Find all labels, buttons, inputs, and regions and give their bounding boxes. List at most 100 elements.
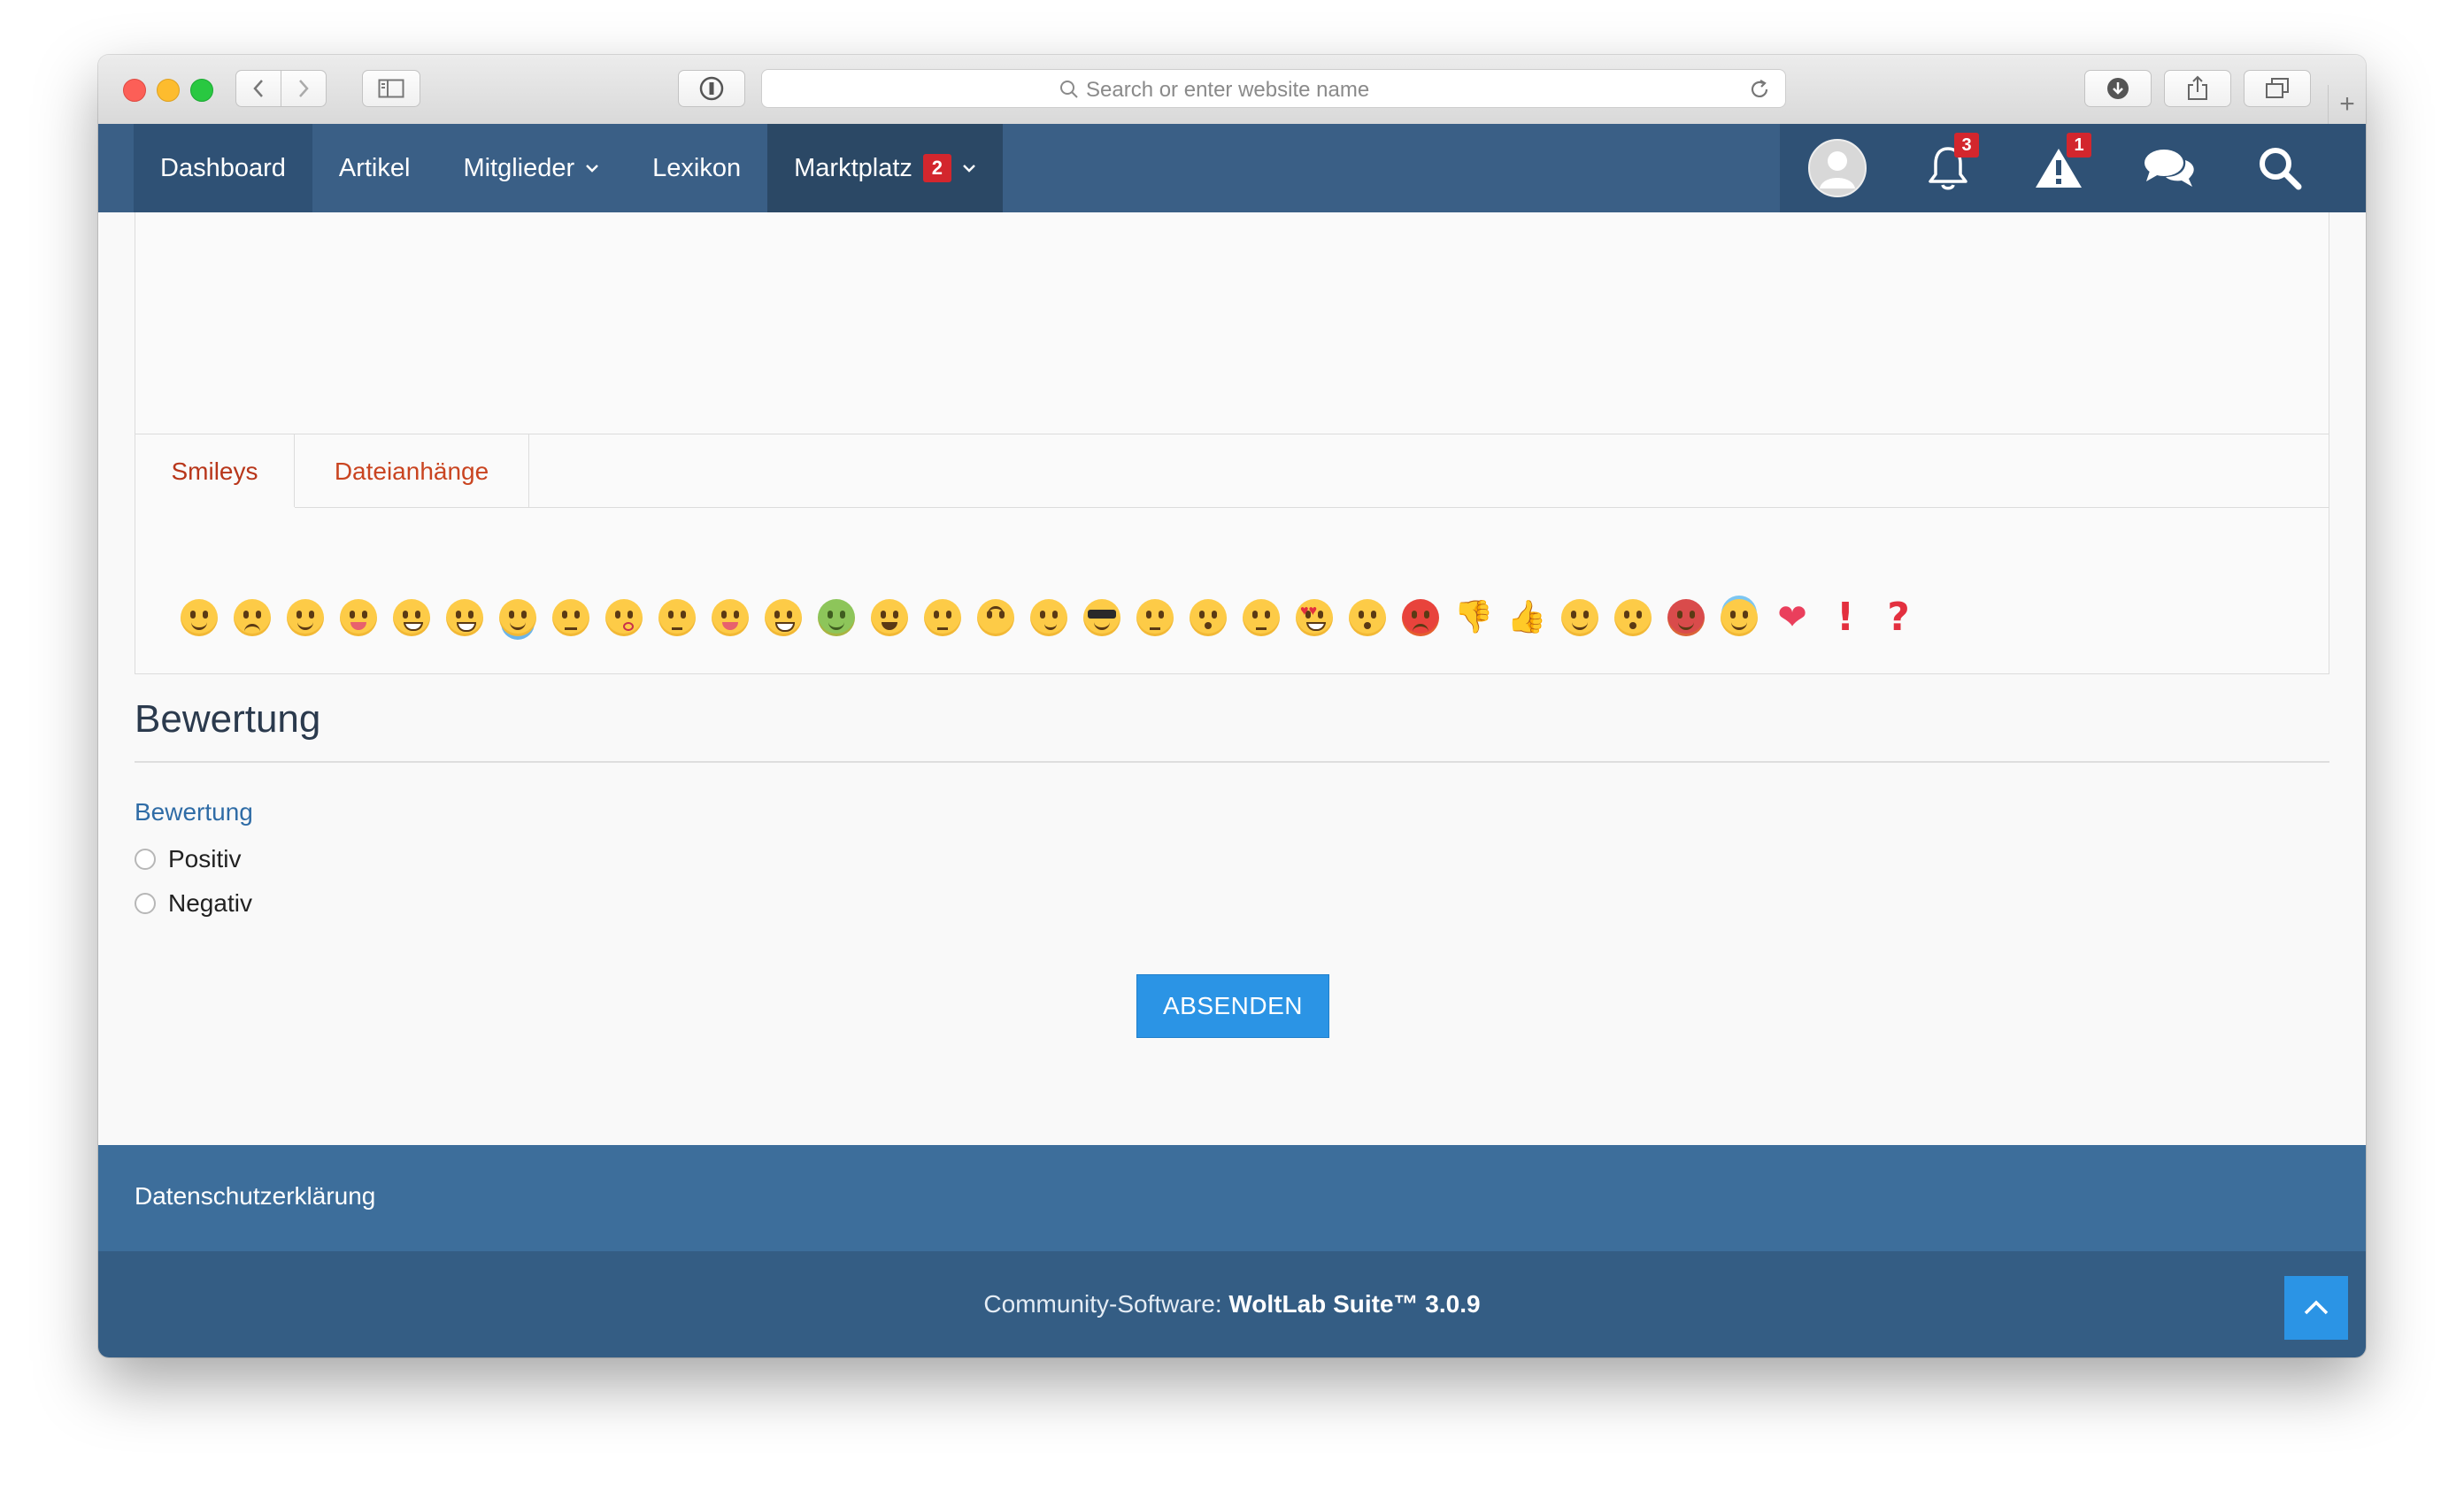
share-icon xyxy=(2188,75,2207,100)
nav-item-label: Dashboard xyxy=(160,153,286,182)
angel-icon[interactable] xyxy=(1713,591,1766,644)
flushed-icon[interactable] xyxy=(757,591,810,644)
close-window-button[interactable] xyxy=(123,79,146,102)
zoom-window-button[interactable] xyxy=(190,79,213,102)
tired-icon[interactable] xyxy=(863,591,916,644)
question-icon[interactable]: ? xyxy=(1872,591,1925,644)
smirk-icon[interactable] xyxy=(1022,591,1075,644)
nav-item-mitglieder[interactable]: Mitglieder xyxy=(436,124,626,212)
chevron-left-icon xyxy=(253,80,263,97)
nav-item-lexikon[interactable]: Lexikon xyxy=(626,124,767,212)
thumbs-down-icon[interactable]: 👎 xyxy=(1447,591,1500,644)
surprised-icon[interactable] xyxy=(1182,591,1235,644)
editor-tab-bar: Smileys Dateianhänge xyxy=(135,434,2329,509)
sidebar-toggle-button[interactable] xyxy=(362,70,420,107)
copyright-product-link[interactable]: WoltLab Suite™ 3.0.9 xyxy=(1228,1290,1480,1318)
sick-icon[interactable] xyxy=(810,591,863,644)
browser-window: Search or enter website name + Dashboard… xyxy=(98,55,2366,1357)
sleepy-icon[interactable] xyxy=(1553,591,1606,644)
heart-icon[interactable]: ❤ xyxy=(1766,591,1819,644)
wink-icon[interactable] xyxy=(279,591,332,644)
user-menu-button[interactable] xyxy=(1798,124,1877,212)
browser-toolbar: Search or enter website name + xyxy=(98,55,2366,125)
tab-label: Dateianhänge xyxy=(334,457,489,485)
angry-icon[interactable] xyxy=(1394,591,1447,644)
moderation-count-badge: 1 xyxy=(2067,133,2091,158)
chevron-right-icon xyxy=(299,80,309,97)
astonished-icon[interactable] xyxy=(1341,591,1394,644)
reader-button[interactable] xyxy=(678,70,745,107)
laughing-icon[interactable] xyxy=(438,591,491,644)
heart-eyes-icon[interactable]: ♥♥ xyxy=(1288,591,1341,644)
scroll-to-top-button[interactable] xyxy=(2284,1276,2348,1340)
tabs-overview-button[interactable] xyxy=(2244,70,2311,107)
footer-navigation: Datenschutzerklärung xyxy=(98,1145,2366,1251)
footer-copyright: Community-Software: WoltLab Suite™ 3.0.9 xyxy=(98,1251,2366,1357)
tab-attachments[interactable]: Dateianhänge xyxy=(295,434,529,508)
rating-option-positive[interactable]: Positiv xyxy=(135,845,241,873)
download-icon xyxy=(2107,78,2129,99)
unamused-icon[interactable] xyxy=(544,591,597,644)
nav-item-artikel[interactable]: Artikel xyxy=(312,124,437,212)
nav-item-dashboard[interactable]: Dashboard xyxy=(134,124,312,212)
nav-item-marktplatz[interactable]: Marktplatz 2 xyxy=(767,124,1003,212)
chevron-down-icon xyxy=(963,165,975,173)
copyright-text: Community-Software: WoltLab Suite™ 3.0.9 xyxy=(98,1290,2366,1318)
submit-button[interactable]: ABSENDEN xyxy=(1136,974,1329,1038)
address-bar-placeholder: Search or enter website name xyxy=(1086,78,1370,102)
downloads-button[interactable] xyxy=(2084,70,2152,107)
section-divider xyxy=(135,761,2329,763)
thumbs-up-icon[interactable]: 👍 xyxy=(1500,591,1553,644)
radio-label: Negativ xyxy=(168,889,252,917)
reload-icon[interactable] xyxy=(1748,78,1771,101)
search-button[interactable] xyxy=(2240,124,2320,212)
notifications-button[interactable]: 3 xyxy=(1908,124,1988,212)
chevron-down-icon xyxy=(586,165,599,173)
marktplatz-count-badge: 2 xyxy=(922,154,951,182)
cool-icon[interactable] xyxy=(1075,591,1128,644)
minimize-window-button[interactable] xyxy=(157,79,180,102)
kiss-icon[interactable] xyxy=(597,591,651,644)
forward-button[interactable] xyxy=(281,70,327,107)
new-tab-button[interactable]: + xyxy=(2328,85,2366,124)
thinking-icon[interactable] xyxy=(916,591,969,644)
tab-smileys[interactable]: Smileys xyxy=(135,434,295,509)
crying-icon[interactable] xyxy=(491,591,544,644)
radio-button[interactable] xyxy=(135,849,156,870)
share-button[interactable] xyxy=(2164,70,2231,107)
nav-item-label: Lexikon xyxy=(652,153,742,182)
confused-icon[interactable] xyxy=(651,591,704,644)
sidebar-icon xyxy=(378,79,404,98)
upside-down-icon[interactable] xyxy=(969,591,1022,644)
radio-label: Positiv xyxy=(168,845,242,872)
back-button[interactable] xyxy=(235,70,281,107)
message-editor: Smileys Dateianhänge ♥♥ 👎 👍 ❤ ! ? xyxy=(135,212,2329,674)
eye-roll-icon[interactable] xyxy=(1235,591,1288,644)
crazy-icon[interactable] xyxy=(704,591,757,644)
rating-option-negative[interactable]: Negativ xyxy=(135,889,252,918)
frown-icon[interactable] xyxy=(226,591,279,644)
whistling-icon[interactable] xyxy=(1606,591,1659,644)
exclamation-icon[interactable]: ! xyxy=(1819,591,1872,644)
moderation-button[interactable]: 1 xyxy=(2019,124,2098,212)
plus-icon: + xyxy=(2339,89,2355,119)
chevron-up-icon xyxy=(2304,1300,2329,1315)
rating-field-label: Bewertung xyxy=(135,798,253,826)
copyright-prefix: Community-Software: xyxy=(983,1290,1229,1318)
smile-icon[interactable] xyxy=(173,591,226,644)
nav-item-label: Marktplatz xyxy=(794,153,912,182)
grin-icon[interactable] xyxy=(385,591,438,644)
nav-menu: Dashboard Artikel Mitglieder Lexikon Mar… xyxy=(134,124,1003,212)
neutral-icon[interactable] xyxy=(1128,591,1182,644)
chat-bubbles-icon xyxy=(2144,150,2194,187)
radio-button[interactable] xyxy=(135,893,156,914)
address-bar[interactable]: Search or enter website name xyxy=(761,69,1786,108)
tongue-icon[interactable] xyxy=(332,591,385,644)
tab-label: Smileys xyxy=(171,457,258,485)
privacy-policy-link[interactable]: Datenschutzerklärung xyxy=(135,1182,375,1211)
main-navigation: Dashboard Artikel Mitglieder Lexikon Mar… xyxy=(98,124,2366,212)
avatar-icon xyxy=(1808,139,1867,197)
devil-icon[interactable] xyxy=(1659,591,1713,644)
section-title: Bewertung xyxy=(135,697,321,741)
conversations-button[interactable] xyxy=(2129,124,2209,212)
